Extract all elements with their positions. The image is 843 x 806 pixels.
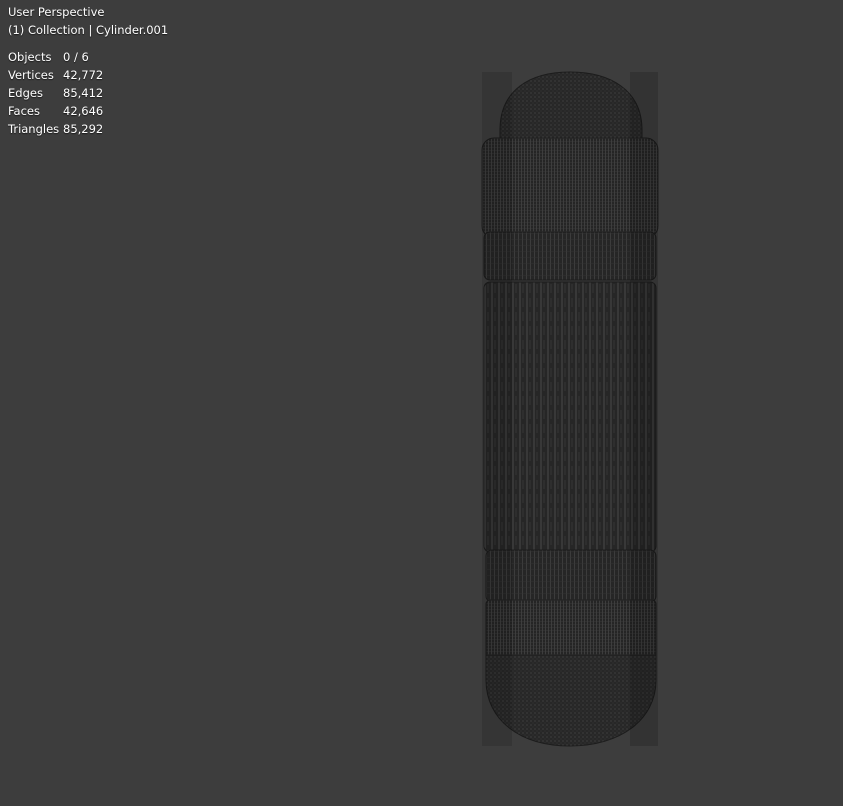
3d-viewport[interactable]: User Perspective (1) Collection | Cylind… — [0, 0, 843, 806]
stat-vertices: Vertices 42,772 — [8, 66, 103, 84]
active-context: (1) Collection | Cylinder.001 — [8, 23, 169, 37]
stat-objects: Objects 0 / 6 — [8, 48, 103, 66]
stat-value: 0 / 6 — [63, 50, 89, 64]
mesh-shading — [482, 72, 512, 746]
scene-statistics: Objects 0 / 6 Vertices 42,772 Edges 85,4… — [8, 48, 103, 138]
stat-value: 85,412 — [63, 86, 104, 100]
stat-label: Vertices — [8, 68, 54, 82]
cylinder-mesh[interactable] — [470, 60, 680, 760]
view-name: User Perspective — [8, 5, 105, 19]
stat-label: Triangles — [8, 122, 60, 136]
stat-label: Edges — [8, 86, 43, 100]
stat-label: Objects — [8, 50, 52, 64]
stat-triangles: Triangles 85,292 — [8, 120, 103, 138]
stat-faces: Faces 42,646 — [8, 102, 103, 120]
mesh-shading — [630, 72, 658, 746]
stat-value: 85,292 — [63, 122, 104, 136]
stat-value: 42,772 — [63, 68, 104, 82]
stat-value: 42,646 — [63, 104, 104, 118]
stat-label: Faces — [8, 104, 40, 118]
stat-edges: Edges 85,412 — [8, 84, 103, 102]
viewport-info: User Perspective (1) Collection | Cylind… — [8, 3, 168, 39]
